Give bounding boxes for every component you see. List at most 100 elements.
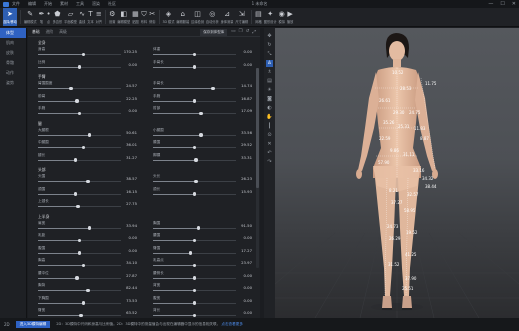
slider-track[interactable]	[153, 111, 236, 115]
scale-icon[interactable]: ⤡	[266, 51, 273, 58]
slider-knob[interactable]	[75, 276, 79, 280]
param-slider[interactable]: 乳高点 23.97	[151, 257, 254, 270]
param-slider[interactable]: 胸背 82.44	[36, 282, 139, 295]
param-slider[interactable]: 下胸围 73.53	[36, 295, 139, 308]
slider-track[interactable]	[38, 99, 121, 103]
slider-knob[interactable]	[196, 226, 201, 230]
minimize-icon[interactable]: —	[488, 1, 493, 7]
toolbar-button-polygon[interactable]: ⬟ 多边形	[53, 8, 63, 26]
reset-icon[interactable]: ↺	[246, 29, 250, 35]
slider-track[interactable]	[153, 192, 236, 196]
param-slider[interactable]: 头长 26.23	[151, 173, 254, 186]
slider-knob[interactable]	[211, 86, 215, 90]
slider-track[interactable]	[38, 226, 121, 230]
slider-knob[interactable]	[81, 145, 86, 149]
move-icon[interactable]: ✥	[266, 33, 273, 40]
toolbar-button-arrow[interactable]: ➤ 选择/移动	[3, 8, 17, 26]
param-value[interactable]: 22.25	[126, 96, 137, 101]
param-slider[interactable]: 比例 0.00	[36, 59, 139, 72]
slider-knob[interactable]	[73, 158, 78, 162]
param-value[interactable]: 170.25	[124, 49, 137, 54]
param-value[interactable]: 33.31	[241, 155, 252, 160]
slider-knob[interactable]	[87, 133, 92, 137]
param-slider[interactable]: 小腿围 33.56	[151, 127, 254, 140]
toolbar-button-play[interactable]: ▶ 播放	[287, 8, 293, 26]
param-value[interactable]: 23.97	[241, 260, 252, 265]
slider-knob[interactable]	[75, 99, 79, 103]
param-value[interactable]: 0.00	[129, 235, 137, 240]
param-slider[interactable]: 上颈长 27.75	[36, 198, 139, 211]
param-slider[interactable]: 腰侧长 0.00	[151, 270, 254, 283]
param-value[interactable]: 15.93	[241, 189, 252, 194]
slider-track[interactable]	[38, 86, 121, 90]
redo-icon[interactable]: ↷	[266, 159, 273, 166]
toolbar-button-settings[interactable]: ⚙ 设置	[109, 8, 115, 26]
slider-track[interactable]	[153, 288, 236, 292]
param-value[interactable]: 0.00	[244, 285, 252, 290]
toolbar-button-texture[interactable]: ▦ 贴图	[132, 8, 139, 26]
param-slider[interactable]: 肩宽 33.94	[36, 220, 139, 233]
slider-knob[interactable]	[192, 65, 197, 69]
tab-advanced[interactable]: 进阶	[46, 29, 54, 35]
param-slider[interactable]: 手腕 0.00	[36, 105, 139, 118]
slider-knob[interactable]	[199, 133, 203, 137]
slider-track[interactable]	[38, 301, 121, 305]
menu-edit[interactable]: 编辑	[28, 1, 36, 7]
menu-community[interactable]: 社区	[108, 1, 116, 7]
param-value[interactable]: 26.23	[241, 176, 252, 181]
param-value[interactable]: 0.00	[244, 298, 252, 303]
param-value[interactable]: 0.00	[244, 62, 252, 67]
slider-knob[interactable]	[87, 226, 92, 230]
slider-track[interactable]	[38, 204, 121, 208]
param-value[interactable]: 0.00	[244, 235, 252, 240]
save-to-library-button[interactable]: 保存到体型库	[200, 28, 228, 36]
slider-track[interactable]	[38, 276, 121, 280]
param-slider[interactable]: 颈长 15.93	[151, 186, 254, 199]
slider-track[interactable]	[153, 276, 236, 280]
slider-track[interactable]	[38, 251, 121, 255]
slider-knob[interactable]	[81, 52, 86, 56]
param-slider[interactable]: 肘部 17.09	[151, 105, 254, 118]
param-value[interactable]: 0.00	[244, 310, 252, 315]
mannequin-icon[interactable]: ♗	[266, 69, 273, 76]
toolbar-button-pen[interactable]: ✒ 笔	[39, 8, 45, 26]
toolbar-button-align[interactable]: ≡ 对齐	[96, 8, 102, 26]
param-value[interactable]: 73.53	[126, 298, 137, 303]
slider-knob[interactable]	[192, 288, 197, 292]
param-slider[interactable]: 臀围 17.27	[151, 245, 254, 258]
slider-knob[interactable]	[192, 238, 197, 242]
toolbar-button-model[interactable]: ◧ 编辑模型	[117, 8, 130, 26]
toolbar-button-garment[interactable]: ⌂ 编辑服装	[176, 8, 189, 26]
param-slider[interactable]: 腹围 0.00	[36, 245, 139, 258]
param-slider[interactable]: 颈围 16.15	[36, 186, 139, 199]
person-icon[interactable]: ♙	[266, 60, 273, 67]
slider-track[interactable]	[153, 133, 236, 137]
menu-material[interactable]: 素材	[60, 1, 68, 7]
param-value[interactable]: 82.44	[126, 285, 137, 290]
param-value[interactable]: 16.15	[126, 189, 137, 194]
slider-knob[interactable]	[192, 263, 197, 267]
param-slider[interactable]: 腰中位 27.87	[36, 270, 139, 283]
menu-start[interactable]: 开始	[44, 1, 52, 7]
slider-track[interactable]	[153, 301, 236, 305]
slider-knob[interactable]	[81, 301, 86, 305]
slider-knob[interactable]	[192, 52, 197, 56]
param-value[interactable]: 0.00	[129, 248, 137, 253]
slider-knob[interactable]	[192, 145, 197, 149]
undo-icon[interactable]: ↶	[266, 150, 273, 157]
param-value[interactable]: 34.10	[126, 260, 137, 265]
param-slider[interactable]: 前臂 22.25	[36, 93, 139, 106]
slider-track[interactable]	[38, 179, 121, 183]
param-value[interactable]: 36.01	[126, 142, 137, 147]
slider-track[interactable]	[153, 251, 236, 255]
slider-knob[interactable]	[79, 313, 83, 317]
slider-knob[interactable]	[194, 158, 198, 162]
slider-track[interactable]	[38, 313, 121, 317]
menu-render[interactable]: 渲染	[92, 1, 100, 7]
toolbar-button-3d[interactable]: ◈ 3D 模式	[163, 8, 175, 26]
tab-expert[interactable]: 高级	[59, 29, 67, 35]
slider-knob[interactable]	[69, 86, 73, 90]
light-icon[interactable]: ☀	[266, 87, 273, 94]
param-value[interactable]: 27.75	[126, 201, 137, 206]
slider-track[interactable]	[153, 86, 236, 90]
